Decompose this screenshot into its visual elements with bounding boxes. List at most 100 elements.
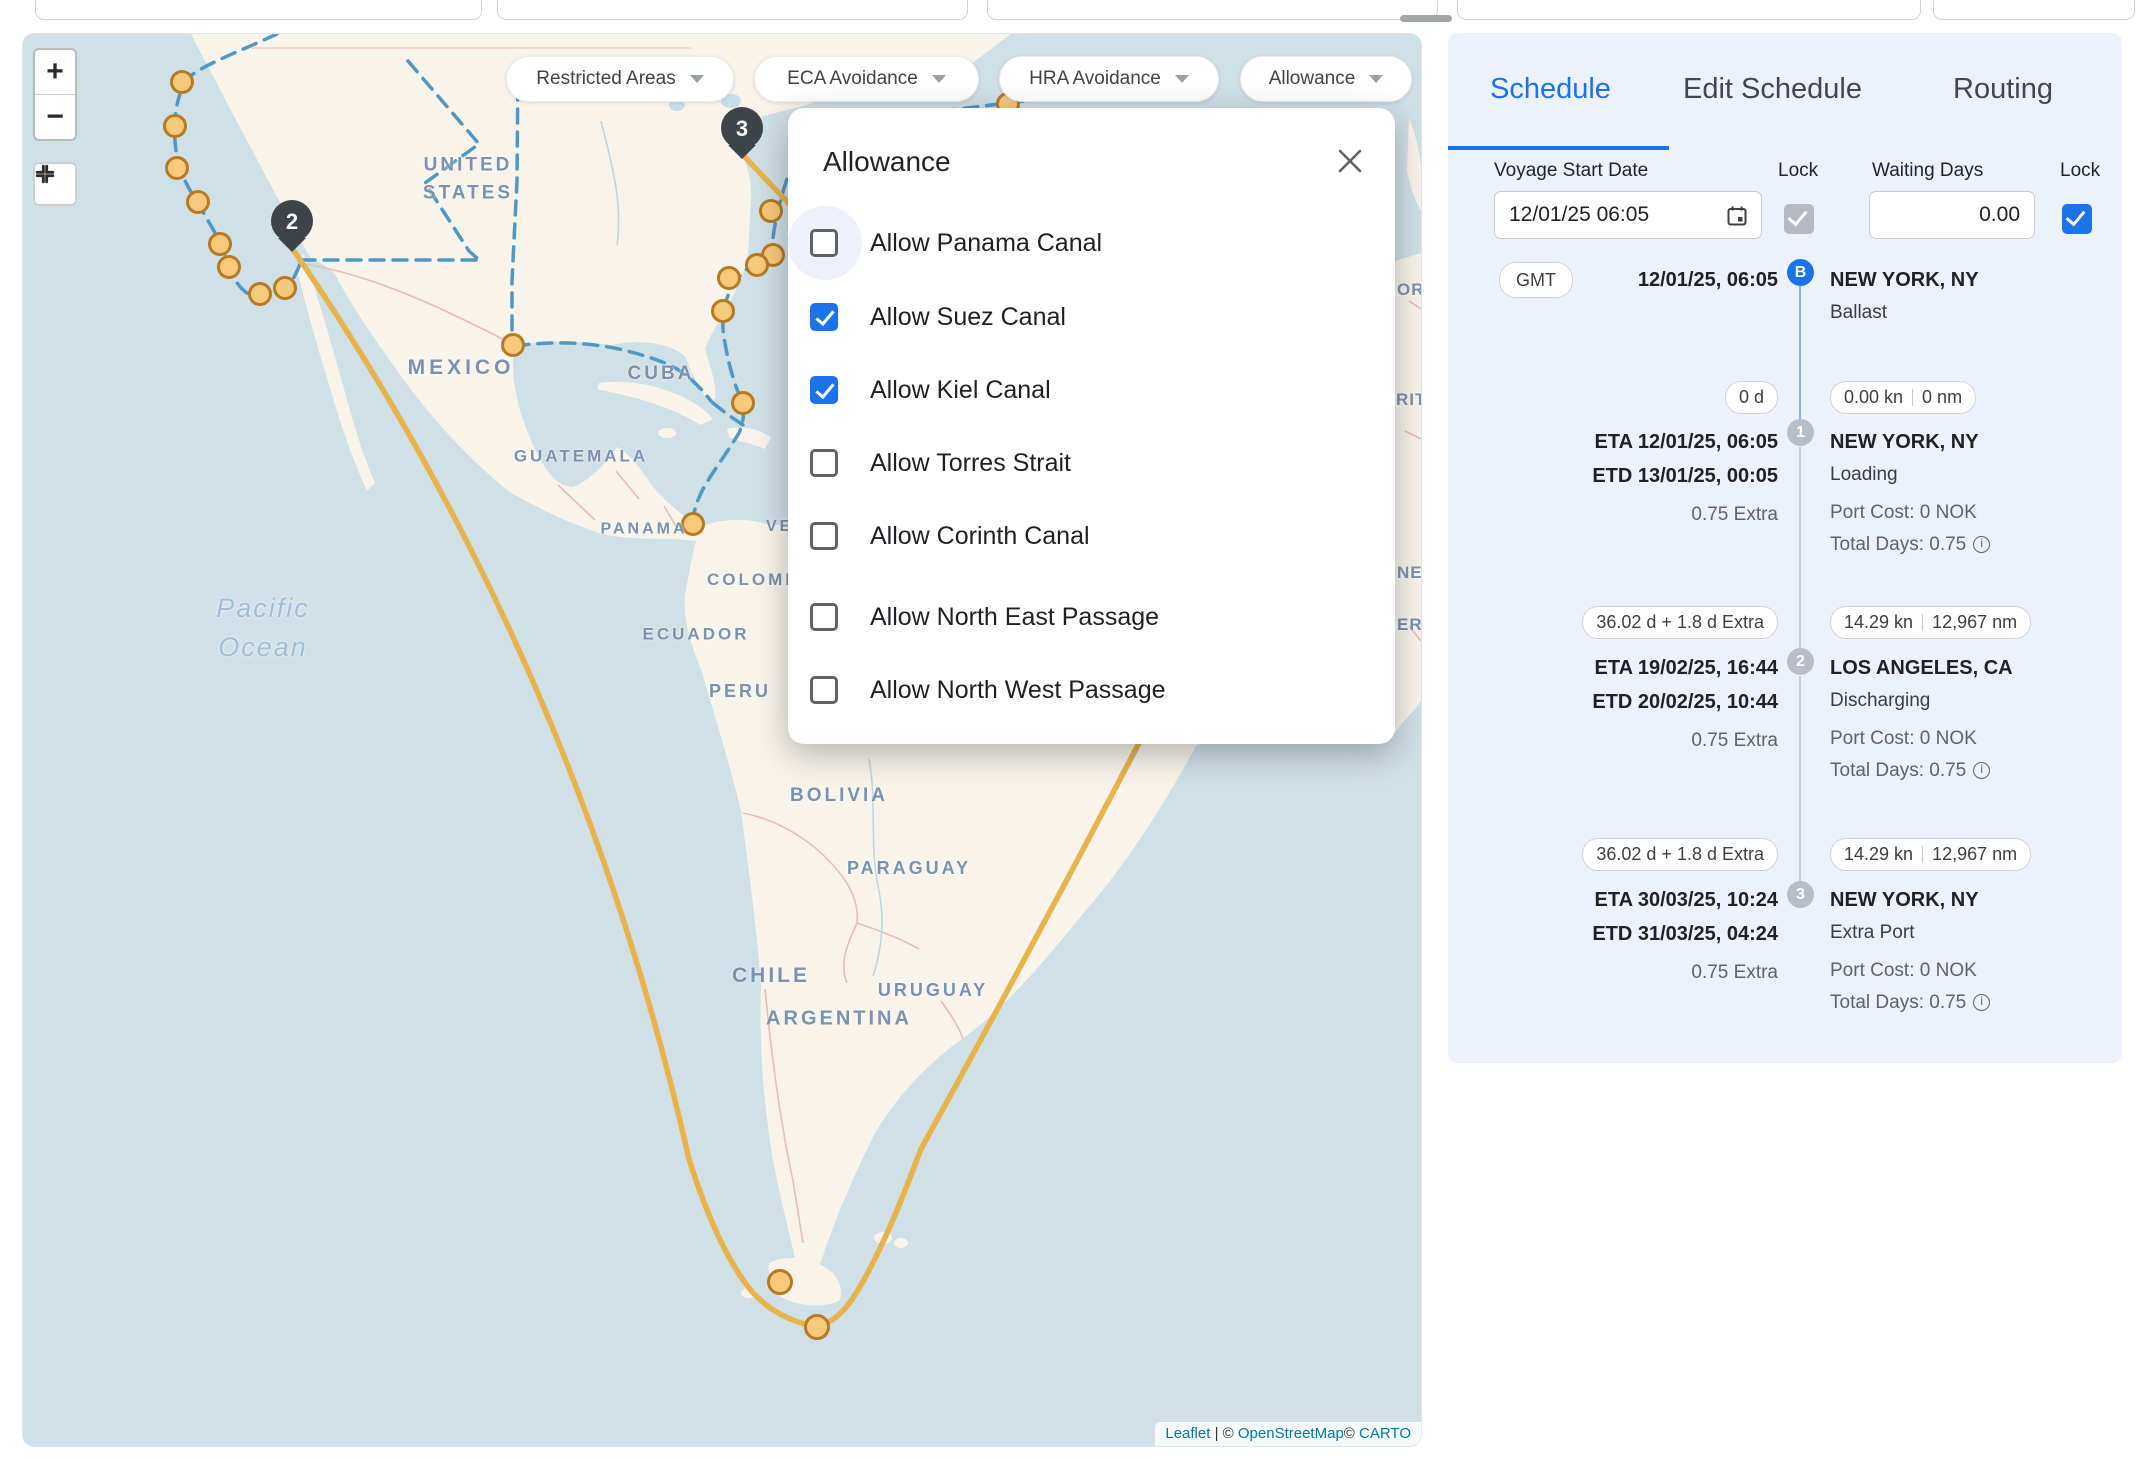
- stop-activity: Discharging: [1830, 690, 2122, 712]
- zoom-out-button[interactable]: −: [35, 94, 75, 139]
- filter-restricted-areas[interactable]: Restricted Areas: [506, 56, 734, 102]
- info-icon[interactable]: [1973, 762, 1990, 779]
- checkbox-kiel-canal[interactable]: [810, 376, 838, 404]
- filter-allowance[interactable]: Allowance: [1240, 56, 1412, 102]
- stop-total-days-text: Total Days: 0.75: [1830, 760, 1966, 781]
- map-label-pacific-ocean: Pacific Ocean: [216, 589, 310, 667]
- lock-waiting-label: Lock: [2060, 160, 2100, 182]
- map-label-chile: CHILE: [732, 961, 810, 991]
- option-label: Allow Kiel Canal: [870, 376, 1051, 405]
- stop-etd: ETD 13/01/25, 00:05: [1448, 465, 1778, 488]
- copyright-symbol: ©: [1344, 1425, 1355, 1442]
- stop-eta: ETA 12/01/25, 06:05: [1448, 431, 1778, 454]
- checkbox-suez-canal[interactable]: [810, 303, 838, 331]
- stop-eta: ETA 19/02/25, 16:44: [1448, 657, 1778, 680]
- plus-icon: +: [46, 55, 64, 89]
- lock-start-label: Lock: [1778, 160, 1818, 182]
- leg-duration: 36.02 d + 1.8 d Extra: [1448, 838, 1778, 871]
- map-label-paraguay: PARAGUAY: [847, 855, 971, 881]
- chevron-down-icon: [1175, 75, 1189, 83]
- top-form-field-1[interactable]: [35, 0, 482, 20]
- osm-link[interactable]: OpenStreetMap: [1238, 1425, 1344, 1442]
- leg-distance: 12,967 nm: [1932, 612, 2017, 633]
- voyage-start-date-label: Voyage Start Date: [1494, 160, 1648, 182]
- timeline-segment: [1799, 286, 1801, 420]
- filter-allowance-label: Allowance: [1269, 68, 1356, 90]
- voyage-start-date-input[interactable]: 12/01/25 06:05: [1494, 191, 1762, 239]
- info-icon[interactable]: [1973, 536, 1990, 553]
- stop-port: NEW YORK, NY: [1830, 889, 2122, 912]
- top-form-field-3[interactable]: [987, 0, 1438, 20]
- info-icon[interactable]: [1973, 994, 1990, 1011]
- stop-total-days: Total Days: 0.75: [1830, 760, 2122, 782]
- filter-eca-avoidance[interactable]: ECA Avoidance: [754, 56, 979, 102]
- minus-icon: −: [46, 100, 64, 134]
- top-form-field-4[interactable]: [1457, 0, 1921, 20]
- lock-start-checkbox[interactable]: [1784, 204, 1814, 234]
- stop-extra: 0.75 Extra: [1448, 730, 1778, 752]
- zoom-in-button[interactable]: +: [35, 50, 75, 94]
- stop-total-days-text: Total Days: 0.75: [1830, 992, 1966, 1013]
- map-label-panama: PANAMA: [600, 517, 687, 540]
- close-icon[interactable]: [1335, 146, 1365, 176]
- pill-divider: [1912, 389, 1913, 406]
- waiting-days-value: 0.00: [1979, 203, 2020, 227]
- map-label-guatemala: GUATEMALA: [514, 445, 648, 470]
- stop-extra: 0.75 Extra: [1448, 504, 1778, 526]
- map-label-bolivia: BOLIVIA: [790, 782, 888, 810]
- waiting-days-input[interactable]: 0.00: [1869, 191, 2035, 239]
- map-label-fragment-1: OR: [1397, 278, 1422, 303]
- leaflet-link[interactable]: Leaflet: [1165, 1425, 1210, 1442]
- option-allow-north-west-passage[interactable]: Allow North West Passage: [810, 662, 1166, 718]
- pin-2-label: 2: [286, 209, 298, 234]
- timeline-segment: [1799, 676, 1801, 881]
- option-allow-corinth-canal[interactable]: Allow Corinth Canal: [810, 508, 1090, 564]
- filter-hra-avoidance[interactable]: HRA Avoidance: [999, 56, 1219, 102]
- leg-speed: 14.29 kn: [1844, 844, 1913, 865]
- tab-edit-schedule[interactable]: Edit Schedule: [1683, 73, 1862, 106]
- timeline-node-3: 3: [1787, 881, 1814, 908]
- checkbox-panama-canal[interactable]: [810, 229, 838, 257]
- leg-duration-pill: 36.02 d + 1.8 d Extra: [1582, 606, 1778, 639]
- chevron-down-icon: [1369, 75, 1383, 83]
- map-label-ecuador: ECUADOR: [643, 623, 750, 648]
- carto-link[interactable]: CARTO: [1359, 1425, 1411, 1442]
- stop-extra: 0.75 Extra: [1448, 962, 1778, 984]
- checkbox-corinth-canal[interactable]: [810, 522, 838, 550]
- stop-etd: ETD 31/03/25, 04:24: [1448, 923, 1778, 946]
- pill-divider: [1922, 846, 1923, 863]
- checkbox-torres-strait[interactable]: [810, 449, 838, 477]
- map-label-united-states: UNITED STATES: [423, 151, 513, 206]
- lock-waiting-checkbox[interactable]: [2062, 204, 2092, 234]
- calendar-icon[interactable]: [1725, 204, 1749, 228]
- allowance-dialog: Allowance Allow Panama Canal Allow Suez …: [788, 108, 1395, 744]
- map-label-peru: PERU: [709, 678, 771, 704]
- filter-hra-avoidance-label: HRA Avoidance: [1029, 68, 1161, 90]
- checkbox-north-west-passage[interactable]: [810, 676, 838, 704]
- leg-duration-pill: 0 d: [1725, 381, 1778, 414]
- stop-eta: ETA 30/03/25, 10:24: [1448, 889, 1778, 912]
- fit-bounds-button[interactable]: [33, 162, 77, 206]
- dialog-title: Allowance: [823, 146, 951, 178]
- option-allow-north-east-passage[interactable]: Allow North East Passage: [810, 589, 1159, 645]
- option-allow-panama-canal[interactable]: Allow Panama Canal: [810, 215, 1102, 271]
- stop-etd: ETD 20/02/25, 10:44: [1448, 691, 1778, 714]
- option-allow-kiel-canal[interactable]: Allow Kiel Canal: [810, 362, 1051, 418]
- option-allow-suez-canal[interactable]: Allow Suez Canal: [810, 289, 1066, 345]
- leg-distance: 0 nm: [1922, 387, 1962, 408]
- map-label-fragment-2: RIT: [1396, 388, 1422, 413]
- leg-speed-distance: 14.29 kn12,967 nm: [1830, 838, 2122, 871]
- checkbox-north-east-passage[interactable]: [810, 603, 838, 631]
- option-label: Allow North West Passage: [870, 676, 1166, 705]
- stop-activity: Loading: [1830, 464, 2122, 486]
- top-form-field-5[interactable]: [1933, 0, 2135, 20]
- option-allow-torres-strait[interactable]: Allow Torres Strait: [810, 435, 1071, 491]
- tab-schedule[interactable]: Schedule: [1490, 73, 1611, 106]
- tab-routing[interactable]: Routing: [1953, 73, 2053, 106]
- start-port: NEW YORK, NY: [1830, 269, 2122, 292]
- top-form-field-2[interactable]: [497, 0, 968, 20]
- panel-resize-handle[interactable]: [1400, 15, 1452, 22]
- zoom-control: + −: [33, 48, 77, 141]
- schedule-panel: Schedule Edit Schedule Routing Voyage St…: [1448, 33, 2122, 1063]
- map-label-uruguay: URUGUAY: [878, 977, 988, 1003]
